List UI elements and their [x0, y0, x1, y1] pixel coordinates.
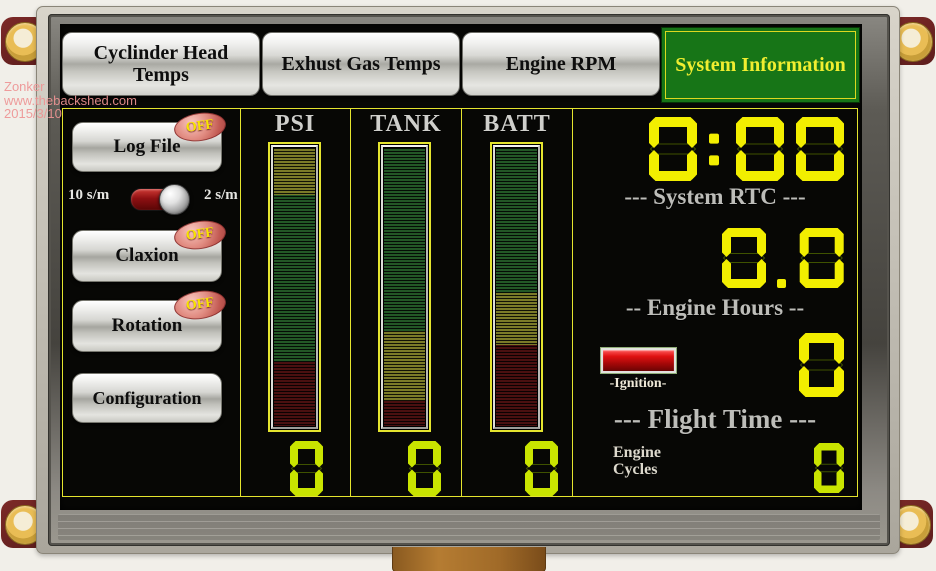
gauge-stripes	[496, 148, 537, 426]
rotation-button[interactable]: Rotation OFF	[72, 300, 222, 352]
tab-engine-rpm[interactable]: Engine RPM	[462, 32, 660, 96]
gauge-frame	[381, 145, 428, 429]
lcd-screen: Cyclinder Head Temps Exhust Gas Temps En…	[60, 24, 862, 510]
log-file-button[interactable]: Log File OFF	[72, 122, 222, 172]
engine-cycles-display	[814, 443, 844, 498]
column-separator	[240, 109, 241, 496]
tab-label: Exhust Gas Temps	[276, 53, 447, 75]
flight-time-label: --- Flight Time ---	[572, 404, 858, 435]
device-screenshot: Zonker www.thebackshed.com 2015/3/10 Cyc…	[0, 0, 936, 571]
toggle-knob[interactable]	[159, 184, 190, 215]
flex-cable-connector	[392, 547, 546, 571]
gauge-psi	[268, 142, 321, 432]
claxion-button[interactable]: Claxion OFF	[72, 230, 222, 282]
engine-hours-label: -- Engine Hours --	[572, 295, 858, 321]
tab-system-information[interactable]: System Information	[661, 27, 860, 103]
rtc-display	[649, 117, 844, 186]
system-rtc-label: --- System RTC ---	[572, 184, 858, 210]
rate-toggle-right-label: 2 s/m	[204, 187, 238, 204]
ignition-indicator	[600, 347, 677, 374]
tab-label: Cyclinder Head Temps	[63, 42, 259, 87]
column-separator	[461, 109, 462, 496]
gauge-tank	[378, 142, 431, 432]
batt-value-display	[525, 441, 558, 501]
configuration-button[interactable]: Configuration	[72, 373, 222, 423]
engine-cycles-line1: Engine	[613, 444, 661, 461]
gauge-header-tank: TANK	[351, 111, 461, 138]
tab-label: Engine RPM	[500, 53, 623, 75]
gauge-frame	[271, 145, 318, 429]
ignition-lamp-icon	[603, 350, 674, 371]
engine-cycles-line2: Cycles	[613, 461, 661, 478]
rate-toggle-left-label: 10 s/m	[68, 187, 109, 204]
flight-time-display	[799, 333, 844, 402]
gauge-header-batt: BATT	[462, 111, 572, 138]
gauge-stripes	[384, 148, 425, 426]
gauge-stripes	[274, 148, 315, 426]
tab-exhaust-gas-temps[interactable]: Exhust Gas Temps	[262, 32, 460, 96]
configuration-label: Configuration	[92, 388, 201, 409]
rotation-label: Rotation	[112, 315, 183, 337]
claxion-label: Claxion	[115, 245, 178, 267]
tab-cylinder-head-temps[interactable]: Cyclinder Head Temps	[62, 32, 260, 96]
psi-value-display	[290, 441, 323, 501]
gauge-batt	[490, 142, 543, 432]
ignition-label: -Ignition-	[588, 376, 688, 392]
column-separator	[350, 109, 351, 496]
gauge-header-psi: PSI	[240, 111, 350, 138]
tank-value-display	[408, 441, 441, 501]
log-file-label: Log File	[113, 136, 180, 158]
engine-hours-display	[722, 228, 844, 293]
gauge-frame	[493, 145, 540, 429]
engine-cycles-label: Engine Cycles	[613, 444, 661, 478]
tab-label: System Information	[675, 54, 846, 77]
